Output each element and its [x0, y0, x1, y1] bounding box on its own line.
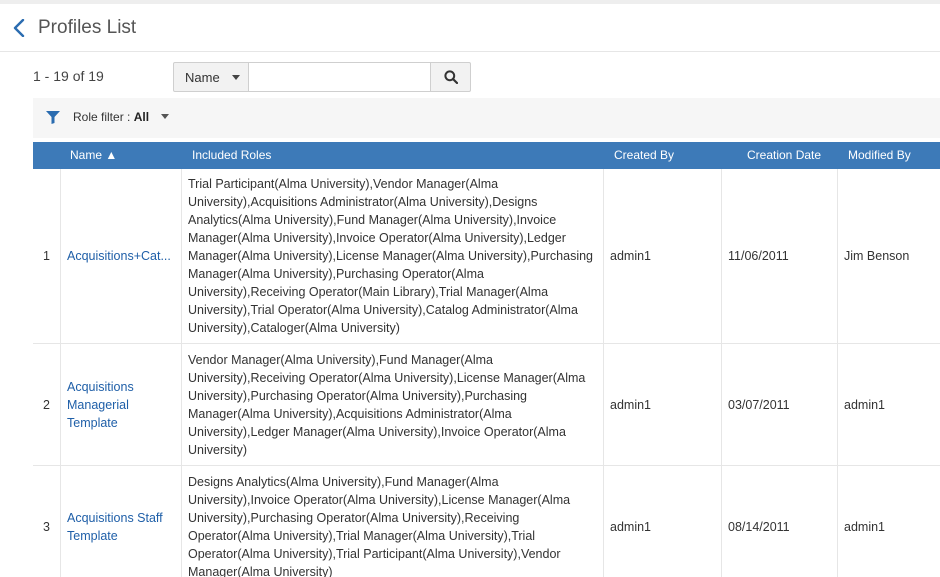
table-row[interactable]: 1 Acquisitions+Cat... Trial Participant(…: [33, 169, 940, 344]
role-filter-label[interactable]: Role filter : All: [73, 110, 149, 124]
row-number: 1: [33, 169, 61, 343]
filter-funnel-icon[interactable]: [46, 111, 60, 124]
search-input[interactable]: [249, 62, 430, 92]
creation-date: 03/07/2011: [722, 344, 838, 465]
search-bar: Name: [173, 62, 471, 92]
modified-by: Jim Benson: [844, 249, 910, 263]
created-by: admin1: [604, 344, 722, 465]
creation-date: 08/14/2011: [722, 466, 838, 577]
column-header-created-by[interactable]: Created By: [614, 148, 674, 162]
column-header-modified-by[interactable]: Modified By: [848, 148, 911, 162]
table-row[interactable]: 3 Acquisitions Staff Template Designs An…: [33, 466, 940, 577]
modified-by: admin1: [844, 397, 885, 412]
chevron-left-icon: [13, 19, 25, 37]
modified-by: admin1: [844, 519, 885, 534]
included-roles-text: Vendor Manager(Alma University),Fund Man…: [188, 352, 586, 457]
role-filter-label-text: Role filter :: [73, 110, 134, 124]
back-button[interactable]: [8, 16, 30, 40]
role-filter-bar: Role filter : All: [33, 98, 940, 138]
profile-name-text: Acquisitions Managerial Template: [67, 379, 134, 430]
included-roles: Vendor Manager(Alma University),Fund Man…: [182, 344, 604, 465]
table-header: Name ▲ Included Roles Created By Creatio…: [33, 142, 940, 169]
profile-name-text: Acquisitions+Cat...: [67, 249, 171, 263]
included-roles-text: Designs Analytics(Alma University),Fund …: [188, 474, 571, 577]
search-scope-label: Name: [185, 69, 220, 85]
created-by: admin1: [604, 466, 722, 577]
table-row[interactable]: 2 Acquisitions Managerial Template Vendo…: [33, 344, 940, 466]
row-number: 3: [33, 466, 61, 577]
search-button[interactable]: [430, 62, 471, 92]
profile-name-link[interactable]: Acquisitions Managerial Template: [61, 344, 182, 465]
included-roles: Trial Participant(Alma University),Vendo…: [182, 169, 604, 343]
results-count: 1 - 19 of 19: [33, 68, 104, 84]
caret-down-icon[interactable]: [161, 114, 169, 120]
page-header: Profiles List: [0, 4, 940, 52]
row-number: 2: [33, 344, 61, 465]
column-header-included-roles[interactable]: Included Roles: [192, 148, 271, 162]
creation-date: 11/06/2011: [722, 169, 838, 343]
page-title: Profiles List: [38, 17, 137, 38]
caret-down-icon: [232, 74, 240, 80]
included-roles-text: Trial Participant(Alma University),Vendo…: [188, 177, 594, 335]
role-filter-value: All: [133, 110, 150, 124]
profile-name-link[interactable]: Acquisitions+Cat...: [61, 169, 182, 343]
column-header-creation-date[interactable]: Creation Date: [747, 148, 821, 162]
profile-name-text: Acquisitions Staff Template: [67, 510, 163, 543]
search-icon: [443, 70, 458, 84]
profile-name-link[interactable]: Acquisitions Staff Template: [61, 466, 182, 577]
column-header-name[interactable]: Name ▲: [70, 148, 117, 162]
created-by: admin1: [604, 169, 722, 343]
included-roles: Designs Analytics(Alma University),Fund …: [182, 466, 604, 577]
search-scope-dropdown[interactable]: Name: [173, 62, 249, 92]
